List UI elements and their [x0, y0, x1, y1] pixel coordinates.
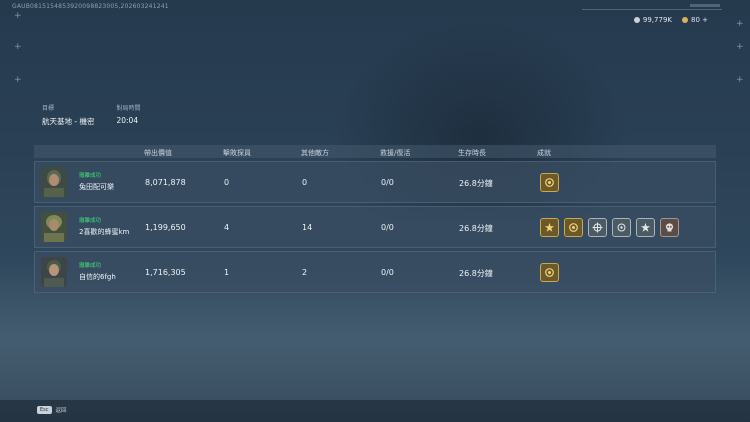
- back-label: 返回: [55, 408, 67, 414]
- header-survival: 生存時長: [458, 149, 486, 157]
- achievement-badges: [540, 263, 559, 282]
- others-value: 14: [302, 223, 313, 232]
- star-burst-icon[interactable]: [636, 218, 655, 237]
- player-name: 兔田配可樂: [79, 183, 114, 191]
- gold-currency[interactable]: 80 +: [682, 16, 708, 24]
- top-decor-box: [690, 4, 720, 7]
- grid-marker: +: [14, 75, 22, 85]
- player-name: 2喜歡的蜂蜜km: [79, 228, 130, 236]
- revive-value: 0/0: [381, 178, 394, 187]
- extract-value: 8,071,878: [145, 178, 186, 187]
- currency-bar: 99,779K 80 +: [633, 16, 708, 24]
- back-button[interactable]: Esc 返回: [37, 406, 67, 414]
- silver-currency: 99,779K: [633, 16, 672, 24]
- skull-icon[interactable]: [660, 218, 679, 237]
- extract-status: 撤離成功: [79, 218, 102, 224]
- avatar: [41, 257, 67, 287]
- time-label: 對局時間: [116, 105, 141, 112]
- results-table: 帶出價值 擊敗探員 其他敵方 救援/復活 生存時長 成就 撤離成功 兔田配可樂 …: [34, 145, 716, 293]
- target-value: 航天基地 - 機密: [42, 117, 95, 126]
- others-value: 0: [302, 178, 308, 187]
- revive-value: 0/0: [381, 223, 394, 232]
- player-info: 撤離成功 兔田配可樂: [79, 171, 114, 192]
- revive-value: 0/0: [381, 268, 394, 277]
- star-burst-icon[interactable]: [540, 218, 559, 237]
- survival-value: 26.8分鐘: [459, 179, 493, 188]
- grid-marker: +: [14, 11, 22, 21]
- avatar: [41, 212, 67, 242]
- table-row[interactable]: 撤離成功 兔田配可樂 8,071,878 0 0 0/0 26.8分鐘: [34, 161, 716, 203]
- circle-medal-icon[interactable]: [540, 263, 559, 282]
- mission-info: 目標 航天基地 - 機密 對局時間 20:04: [42, 103, 141, 127]
- bottom-bar: Esc 返回: [0, 400, 750, 422]
- achievement-badges: [540, 173, 559, 192]
- crosshair-icon[interactable]: [612, 218, 631, 237]
- extract-value: 1,199,650: [145, 223, 186, 232]
- extract-value: 1,716,305: [145, 268, 186, 277]
- table-header: 帶出價值 擊敗探員 其他敵方 救援/復活 生存時長 成就: [34, 145, 716, 158]
- survival-value: 26.8分鐘: [459, 224, 493, 233]
- extract-status: 撤離成功: [79, 173, 102, 179]
- extract-status: 撤離成功: [79, 263, 102, 269]
- gold-coin-icon: [682, 17, 688, 23]
- mission-time: 對局時間 20:04: [116, 103, 140, 127]
- table-row[interactable]: 撤離成功 2喜歡的蜂蜜km 1,199,650 4 14 0/0 26.8分鐘: [34, 206, 716, 248]
- grid-marker: +: [736, 75, 744, 85]
- grid-marker: +: [14, 42, 22, 52]
- session-id: GAUB0815154853920098823005,202603241241: [12, 3, 169, 10]
- top-decor-line: [582, 9, 722, 10]
- grid-marker: +: [736, 19, 744, 29]
- circle-medal-icon[interactable]: [540, 173, 559, 192]
- achievement-badges: [540, 218, 679, 237]
- header-extract-value: 帶出價值: [144, 149, 172, 157]
- gold-amount: 80 +: [691, 16, 708, 24]
- player-info: 撤離成功 2喜歡的蜂蜜km: [79, 216, 129, 237]
- circle-medal-icon[interactable]: [564, 218, 583, 237]
- crosshair-icon[interactable]: [588, 218, 607, 237]
- silver-amount: 99,779K: [642, 16, 672, 24]
- survival-value: 26.8分鐘: [459, 269, 493, 278]
- table-row[interactable]: 撤離成功 自信的6fgh 1,716,305 1 2 0/0 26.8分鐘: [34, 251, 716, 293]
- target-label: 目標: [42, 105, 55, 112]
- kills-value: 4: [224, 223, 230, 232]
- others-value: 2: [302, 268, 308, 277]
- header-kills: 擊敗探員: [223, 149, 251, 157]
- mission-target: 目標 航天基地 - 機密: [42, 103, 94, 127]
- esc-key-hint: Esc: [37, 406, 52, 414]
- silver-coin-icon: [633, 17, 640, 23]
- player-info: 撤離成功 自信的6fgh: [79, 261, 116, 282]
- header-achievements: 成就: [537, 149, 551, 157]
- grid-marker: +: [736, 42, 744, 52]
- avatar: [41, 167, 67, 197]
- time-value: 20:04: [116, 116, 139, 125]
- kills-value: 1: [224, 268, 230, 277]
- player-name: 自信的6fgh: [79, 273, 116, 281]
- header-revive: 救援/復活: [380, 149, 411, 157]
- kills-value: 0: [224, 178, 230, 187]
- header-other-enemies: 其他敵方: [301, 149, 329, 157]
